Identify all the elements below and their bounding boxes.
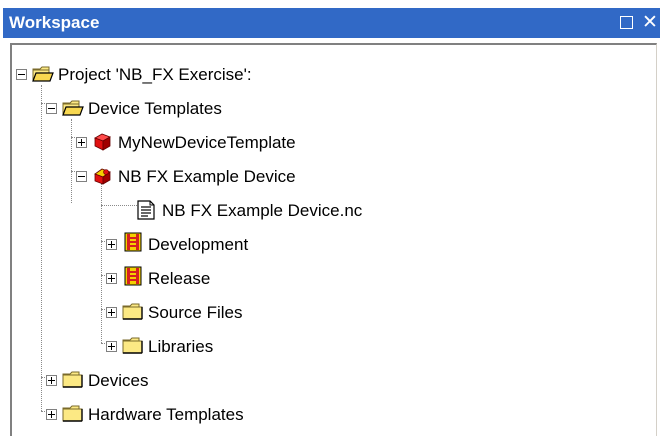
collapse-toggle[interactable] <box>46 103 57 114</box>
expand-toggle[interactable] <box>76 137 87 148</box>
project-folder-icon <box>32 66 54 82</box>
folder-icon <box>62 405 83 422</box>
tree-item-hardware-templates[interactable]: Hardware Templates <box>12 400 412 430</box>
project-tree: Project 'NB_FX Exercise': Device Templat… <box>12 45 656 436</box>
tree-item-project[interactable]: Project 'NB_FX Exercise': <box>12 60 412 90</box>
tree-item-label: Hardware Templates <box>88 405 244 424</box>
expand-toggle[interactable] <box>106 341 117 352</box>
device-icon <box>94 168 111 185</box>
close-button[interactable]: ✕ <box>640 12 660 32</box>
tree-item-label: Release <box>148 269 211 288</box>
window-title: Workspace <box>9 13 100 32</box>
tree-item-release[interactable]: Release <box>12 264 412 294</box>
tree-item-label: Project 'NB_FX Exercise': <box>58 65 252 84</box>
document-icon <box>137 200 155 220</box>
tree-item-source-files[interactable]: Source Files <box>12 298 412 328</box>
workspace-titlebar[interactable]: Workspace ✕ <box>3 8 660 38</box>
maximize-button[interactable] <box>616 12 636 32</box>
expand-toggle[interactable] <box>106 239 117 250</box>
workspace-tree-panel: Project 'NB_FX Exercise': Device Templat… <box>10 43 657 436</box>
expand-toggle[interactable] <box>46 409 57 420</box>
tree-item-my-new-device-template[interactable]: MyNewDeviceTemplate <box>12 128 412 158</box>
tree-item-label: Source Files <box>148 303 243 322</box>
folder-icon <box>122 337 143 354</box>
tree-item-label: NB FX Example Device.nc <box>162 201 363 220</box>
collapse-toggle[interactable] <box>16 69 27 80</box>
open-folder-icon <box>62 100 84 116</box>
expand-toggle[interactable] <box>106 273 117 284</box>
device-template-icon <box>94 133 111 151</box>
tree-item-device-templates[interactable]: Device Templates <box>12 94 412 124</box>
tree-item-libraries[interactable]: Libraries <box>12 332 412 362</box>
folder-icon <box>122 303 143 320</box>
folder-icon <box>62 371 83 388</box>
workspace-window: Workspace ✕ Project 'NB_FX Exercise': De… <box>0 0 665 436</box>
tree-item-nb-fx-example-device-nc[interactable]: NB FX Example Device.nc <box>12 196 432 226</box>
build-configuration-icon <box>124 232 142 252</box>
tree-item-development[interactable]: Development <box>12 230 412 260</box>
expand-toggle[interactable] <box>46 375 57 386</box>
tree-item-devices[interactable]: Devices <box>12 366 412 396</box>
tree-item-label: NB FX Example Device <box>118 167 296 186</box>
tree-item-label: Devices <box>88 371 149 390</box>
tree-item-label: Libraries <box>148 337 214 356</box>
build-configuration-icon <box>124 266 142 286</box>
collapse-toggle[interactable] <box>76 171 87 182</box>
tree-item-label: MyNewDeviceTemplate <box>118 133 296 152</box>
tree-item-nb-fx-example-device[interactable]: NB FX Example Device <box>12 162 412 192</box>
tree-item-label: Device Templates <box>88 99 222 118</box>
tree-item-label: Development <box>148 235 249 254</box>
maximize-icon <box>619 16 633 29</box>
expand-toggle[interactable] <box>106 307 117 318</box>
